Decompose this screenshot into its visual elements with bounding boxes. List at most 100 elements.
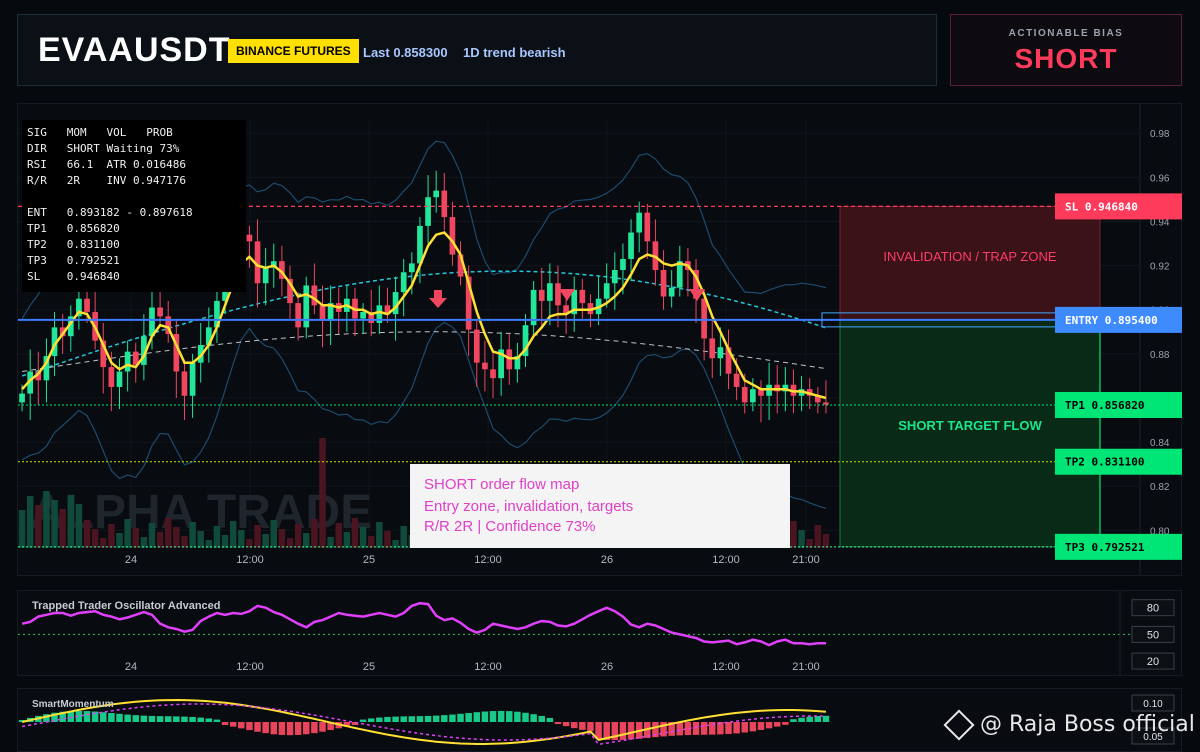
candle-body[interactable] bbox=[750, 389, 756, 403]
price-tick-label: 0.88 bbox=[1150, 350, 1170, 361]
candle-body[interactable] bbox=[733, 373, 740, 387]
candle-body[interactable] bbox=[644, 212, 651, 242]
momentum-bar bbox=[782, 722, 789, 725]
target-zone bbox=[839, 319, 1101, 548]
info-row: R/R 2R INV 0.947176 bbox=[27, 174, 186, 187]
candle-body[interactable] bbox=[408, 263, 415, 273]
candle-body[interactable] bbox=[311, 285, 318, 306]
osc-time-tick-label: 21:00 bbox=[792, 661, 820, 673]
candle-body[interactable] bbox=[441, 190, 448, 218]
candle-body[interactable] bbox=[701, 298, 707, 339]
candle-body[interactable] bbox=[717, 347, 724, 359]
candle-body[interactable] bbox=[668, 287, 675, 297]
candle-body[interactable] bbox=[425, 197, 431, 226]
candle-body[interactable] bbox=[433, 190, 440, 198]
momentum-bar bbox=[741, 722, 748, 733]
info-row: TP1 0.856820 bbox=[27, 222, 120, 235]
volume-bar bbox=[164, 518, 172, 548]
volume-bar bbox=[384, 531, 391, 548]
candle-body[interactable] bbox=[636, 212, 643, 233]
osc-time-tick-label: 12:00 bbox=[712, 661, 740, 673]
candle-body[interactable] bbox=[124, 351, 131, 372]
volume-bar bbox=[140, 537, 148, 548]
candle-body[interactable] bbox=[538, 289, 545, 301]
invalidation-zone-label: INVALIDATION / TRAP ZONE bbox=[883, 249, 1056, 264]
candle-body[interactable] bbox=[628, 232, 634, 259]
volume-bar bbox=[814, 525, 822, 548]
momentum-bar bbox=[424, 715, 432, 722]
candle-body[interactable] bbox=[449, 217, 456, 255]
candle-body[interactable] bbox=[620, 258, 626, 271]
candle-body[interactable] bbox=[603, 283, 610, 299]
momentum-bar bbox=[497, 710, 505, 722]
chart-svg[interactable]: 0.800.820.840.880.900.920.940.960.982412… bbox=[0, 0, 1200, 752]
volume-bar bbox=[173, 527, 180, 548]
volume-bar bbox=[270, 520, 278, 548]
candle-body[interactable] bbox=[473, 329, 480, 363]
momentum-bar bbox=[773, 722, 781, 727]
volume-bar bbox=[18, 510, 26, 548]
momentum-tick-label: 0.10 bbox=[1143, 699, 1163, 710]
osc-tick-label: 80 bbox=[1147, 603, 1159, 615]
momentum-bar bbox=[400, 716, 407, 722]
oscillator-title: Trapped Trader Oscillator Advanced bbox=[32, 600, 221, 612]
volume-bar bbox=[327, 537, 334, 548]
price-tick-label: 0.92 bbox=[1150, 262, 1170, 273]
candle-body[interactable] bbox=[547, 283, 553, 301]
volume-bar bbox=[367, 536, 375, 548]
candle-body[interactable] bbox=[181, 371, 188, 396]
momentum-bar bbox=[294, 722, 302, 735]
volume-bar bbox=[262, 534, 269, 548]
osc-time-tick-label: 12:00 bbox=[236, 661, 264, 673]
candle-body[interactable] bbox=[319, 305, 326, 321]
momentum-bar bbox=[700, 722, 708, 735]
momentum-bar bbox=[562, 722, 570, 727]
momentum-bar bbox=[570, 722, 578, 729]
candle-body[interactable] bbox=[400, 272, 407, 293]
candle-body[interactable] bbox=[490, 369, 496, 379]
momentum-bar bbox=[116, 713, 123, 722]
candle-body[interactable] bbox=[611, 270, 618, 284]
momentum-bar bbox=[619, 722, 627, 740]
momentum-bar bbox=[814, 716, 822, 722]
momentum-title: SmartMomentum bbox=[32, 699, 114, 710]
volume-bar bbox=[197, 531, 204, 548]
candle-body[interactable] bbox=[660, 270, 667, 297]
candle-body[interactable] bbox=[246, 234, 253, 242]
momentum-bar bbox=[587, 722, 594, 732]
osc-time-tick-label: 24 bbox=[125, 661, 137, 673]
time-tick-label: 21:00 bbox=[792, 554, 820, 566]
time-tick-label: 25 bbox=[363, 554, 375, 566]
candle-body[interactable] bbox=[303, 285, 310, 328]
volume-bar bbox=[43, 491, 50, 548]
volume-bar bbox=[311, 519, 318, 548]
candle-body[interactable] bbox=[108, 367, 115, 387]
info-table: SIG MOM VOL PROB DIR SHORT Waiting 73% R… bbox=[22, 120, 246, 292]
candle-body[interactable] bbox=[116, 371, 123, 387]
candle-body[interactable] bbox=[360, 311, 366, 319]
candle-body[interactable] bbox=[741, 386, 748, 403]
candle-body[interactable] bbox=[295, 303, 301, 328]
momentum-bar bbox=[473, 712, 481, 722]
info-row: RSI 66.1 ATR 0.016486 bbox=[27, 158, 186, 171]
candle-body[interactable] bbox=[157, 307, 163, 317]
momentum-bar bbox=[303, 722, 310, 735]
volume-bar bbox=[790, 521, 797, 548]
candle-body[interactable] bbox=[262, 267, 269, 284]
momentum-bar bbox=[359, 719, 367, 722]
candle-body[interactable] bbox=[482, 362, 488, 370]
momentum-bar bbox=[189, 716, 196, 722]
candle-body[interactable] bbox=[823, 402, 829, 405]
momentum-bar bbox=[311, 722, 318, 734]
momentum-bar bbox=[506, 711, 513, 722]
candle-body[interactable] bbox=[189, 362, 196, 396]
momentum-bar bbox=[213, 719, 221, 722]
candle-body[interactable] bbox=[579, 289, 586, 304]
momentum-bar bbox=[221, 722, 229, 726]
candle-body[interactable] bbox=[19, 393, 25, 403]
candle-body[interactable] bbox=[84, 298, 90, 312]
candle-body[interactable] bbox=[709, 338, 716, 359]
momentum-bar bbox=[181, 716, 188, 722]
volume-bar bbox=[335, 523, 342, 548]
candle-body[interactable] bbox=[555, 283, 561, 306]
